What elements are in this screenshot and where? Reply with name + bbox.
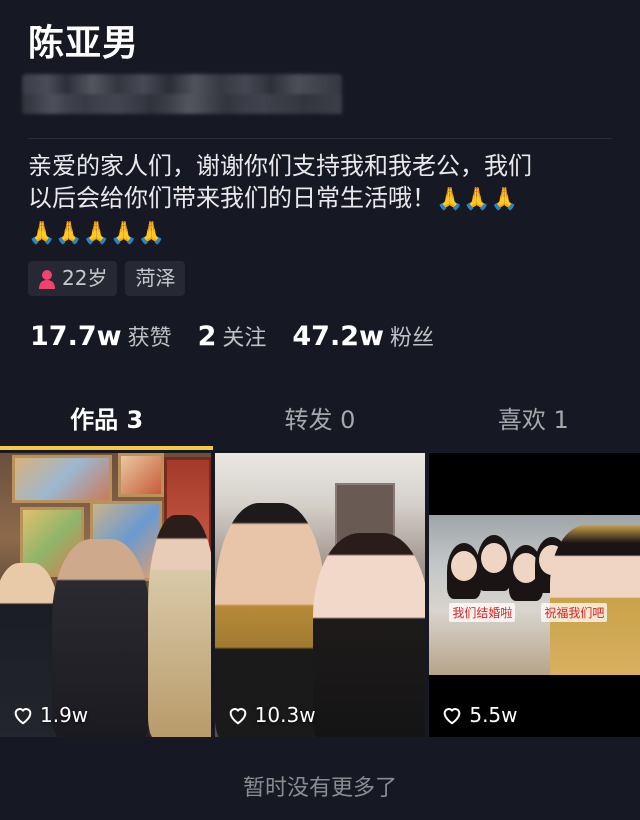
content-tabs: 作品 3 转发 0 喜欢 1	[0, 386, 640, 448]
heart-icon	[444, 708, 461, 725]
video-likes-count: 10.3w	[254, 703, 316, 727]
likes-count: 17.7w	[30, 321, 122, 352]
wall-painting	[118, 453, 164, 497]
likes-label: 获赞	[127, 326, 172, 351]
heart-icon	[14, 708, 32, 725]
divider	[28, 138, 612, 139]
following-stat[interactable]: 2 关注	[198, 320, 267, 352]
tab-works[interactable]: 作品 3	[0, 386, 213, 448]
video-likes-count: 1.9w	[40, 703, 89, 727]
video-grid: 1.9w 10.3w 我们结婚啦 祝福我们吧 5.5w	[0, 453, 640, 737]
heart-icon	[229, 708, 247, 725]
video-likes-count: 5.5w	[469, 703, 518, 727]
likes-stat[interactable]: 17.7w 获赞	[30, 320, 172, 352]
tab-likes[interactable]: 喜欢 1	[427, 386, 640, 448]
followers-stat[interactable]: 47.2w 粉丝	[292, 320, 434, 352]
profile-tags: 22岁 菏泽	[28, 261, 186, 296]
blurred-account-id	[22, 74, 342, 114]
profile-bio: 亲爱的家人们，谢谢你们支持我和我老公，我们 以后会给你们带来我们的日常生活哦！🙏…	[28, 150, 618, 250]
following-count: 2	[197, 321, 217, 352]
no-more-content-text: 暂时没有更多了	[242, 776, 397, 801]
pray-emoji-icon: 🙏🙏🙏	[436, 187, 519, 212]
video-thumbnail[interactable]: 10.3w	[214, 453, 426, 737]
age-label: 22岁	[62, 266, 108, 290]
bio-line-1: 亲爱的家人们，谢谢你们支持我和我老公，我们	[28, 152, 532, 180]
person-figure	[312, 533, 426, 737]
active-tab-indicator	[0, 446, 213, 450]
video-likes: 10.3w	[227, 703, 316, 727]
profile-name: 陈亚男	[28, 23, 140, 64]
bio-line-2: 以后会给你们带来我们的日常生活哦！	[28, 184, 436, 212]
wall-painting	[12, 455, 112, 503]
video-caption: 祝福我们吧	[541, 603, 608, 622]
person-figure	[148, 515, 211, 737]
pray-emoji-icon: 🙏🙏🙏🙏🙏	[28, 221, 165, 246]
profile-stats: 17.7w 获赞 2 关注 47.2w 粉丝	[30, 320, 434, 352]
followers-count: 47.2w	[292, 321, 384, 352]
video-caption: 我们结婚啦	[449, 603, 516, 622]
followers-label: 粉丝	[389, 326, 434, 351]
location-label: 菏泽	[135, 266, 176, 290]
following-label: 关注	[222, 326, 267, 351]
video-thumbnail[interactable]: 我们结婚啦 祝福我们吧 5.5w	[429, 453, 640, 737]
tab-reposts[interactable]: 转发 0	[213, 386, 426, 448]
person-figure	[214, 503, 325, 737]
age-tag: 22岁	[28, 261, 118, 296]
video-likes: 5.5w	[441, 703, 518, 727]
video-thumbnail[interactable]: 1.9w	[0, 453, 211, 737]
video-likes: 1.9w	[12, 703, 88, 727]
bride-figure	[550, 525, 640, 675]
location-tag: 菏泽	[125, 261, 186, 296]
female-icon	[39, 269, 55, 289]
